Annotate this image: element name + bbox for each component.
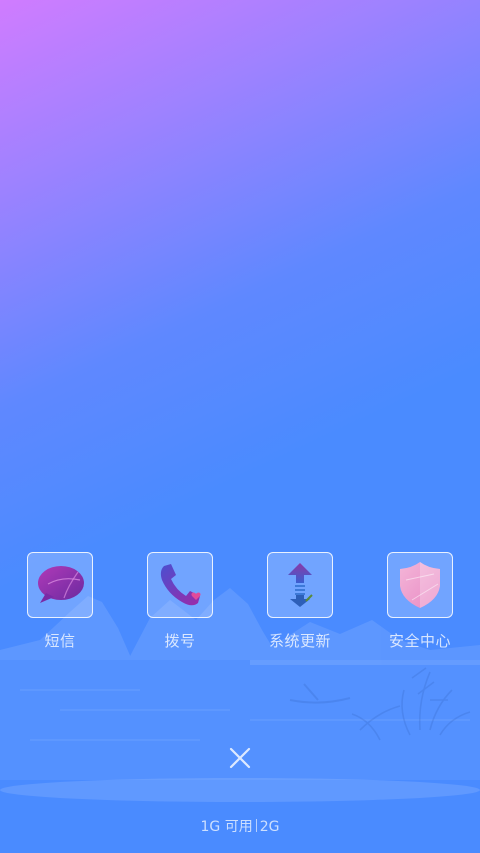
app-security-center-label: 安全中心	[388, 632, 451, 650]
close-icon	[229, 747, 251, 769]
app-dialer-tile[interactable]	[147, 552, 213, 618]
message-bubble-icon	[38, 566, 84, 603]
app-system-update-tile[interactable]	[267, 552, 333, 618]
close-recents-button[interactable]	[226, 744, 254, 772]
app-system-update[interactable]: 系统更新	[240, 552, 360, 651]
shield-icon	[400, 562, 440, 608]
app-security-center[interactable]: 安全中心	[360, 552, 480, 651]
phone-icon	[160, 564, 201, 606]
quick-apps-dock: 短信 拨号 系统更新 安全中心	[0, 552, 480, 662]
memory-total-text: 2G	[259, 819, 280, 835]
app-dialer[interactable]: 拨号	[120, 552, 240, 651]
memory-available-text: 1G 可用	[200, 819, 253, 835]
app-system-update-label: 系统更新	[268, 632, 331, 650]
app-sms[interactable]: 短信	[0, 552, 120, 651]
memory-status: 1G 可用 2G	[0, 816, 480, 836]
landscape-wallpaper-art	[0, 588, 480, 802]
app-dialer-label: 拨号	[164, 632, 196, 650]
memory-divider	[255, 819, 257, 832]
app-sms-label: 短信	[44, 632, 76, 650]
app-sms-tile[interactable]	[27, 552, 93, 618]
update-arrows-icon	[288, 563, 313, 607]
app-security-center-tile[interactable]	[387, 552, 453, 618]
